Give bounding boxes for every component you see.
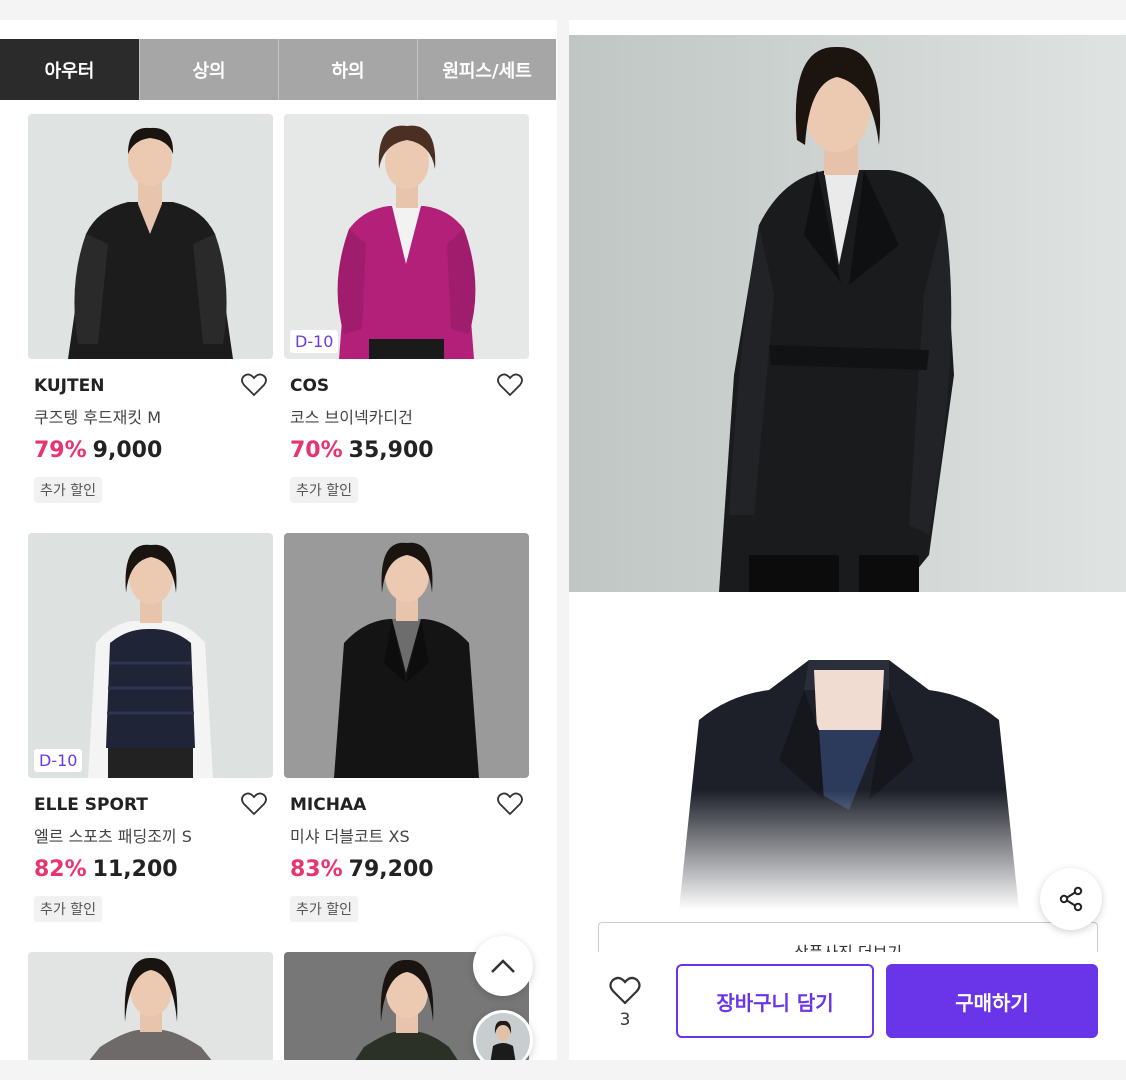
chevron-up-icon	[491, 959, 515, 973]
share-button[interactable]	[1040, 868, 1102, 930]
product-name: 쿠즈텡 후드재킷 M	[34, 408, 162, 427]
extra-discount-tag: 추가 할인	[290, 896, 358, 922]
product-main-image[interactable]	[569, 35, 1126, 592]
product-name: 엘르 스포츠 패딩조끼 S	[34, 827, 192, 846]
price-row: 82% 11,200	[34, 857, 178, 882]
product-brand: COS	[290, 376, 330, 396]
purchase-bar: 3 장바구니 담기 구매하기	[569, 952, 1126, 1060]
heart-icon[interactable]	[241, 373, 267, 397]
product-image[interactable]: D-10	[284, 114, 529, 359]
price: 79,200	[348, 857, 434, 882]
heart-icon[interactable]	[609, 976, 641, 1006]
discount-rate: 79%	[34, 438, 87, 463]
product-image[interactable]	[284, 533, 529, 778]
share-icon	[1059, 886, 1083, 912]
product-list-panel: 아우터 상의 하의 원피스/세트 KUJTEN 쿠즈텡 후드재킷 M 79% 9,…	[0, 20, 557, 1060]
deadline-badge: D-10	[34, 749, 83, 772]
product-brand: KUJTEN	[34, 376, 105, 396]
tab-dress-set[interactable]: 원피스/세트	[417, 39, 556, 100]
like-count: 3	[619, 1010, 631, 1030]
product-card[interactable]: D-10 ELLE SPORT 엘르 스포츠 패딩조끼 S 82% 11,200 …	[28, 533, 273, 933]
price: 11,200	[92, 857, 178, 882]
tab-bottoms[interactable]: 하의	[278, 39, 417, 100]
discount-rate: 70%	[290, 438, 343, 463]
discount-rate: 83%	[290, 857, 343, 882]
heart-icon[interactable]	[497, 792, 523, 816]
product-card[interactable]	[28, 952, 273, 1060]
product-card[interactable]: KUJTEN 쿠즈텡 후드재킷 M 79% 9,000 추가 할인	[28, 114, 273, 514]
product-name: 코스 브이넥카디건	[290, 408, 413, 427]
heart-icon[interactable]	[241, 792, 267, 816]
discount-rate: 82%	[34, 857, 87, 882]
scroll-top-button[interactable]	[473, 936, 533, 996]
price-row: 83% 79,200	[290, 857, 434, 882]
tab-outer[interactable]: 아우터	[0, 39, 139, 100]
category-tabs: 아우터 상의 하의 원피스/세트	[0, 39, 557, 100]
product-name: 미샤 더블코트 XS	[290, 827, 410, 846]
price: 9,000	[92, 438, 163, 463]
deadline-badge: D-10	[290, 330, 339, 353]
price-row: 79% 9,000	[34, 438, 162, 463]
product-image[interactable]	[28, 952, 273, 1060]
product-brand: ELLE SPORT	[34, 795, 148, 815]
extra-discount-tag: 추가 할인	[290, 477, 358, 503]
product-card[interactable]: D-10 COS 코스 브이넥카디건 70% 35,900 추가 할인	[284, 114, 529, 514]
add-to-cart-button[interactable]: 장바구니 담기	[676, 964, 874, 1038]
product-card[interactable]: MICHAA 미샤 더블코트 XS 83% 79,200 추가 할인	[284, 533, 529, 933]
product-detail-panel: 상품사진 더보기 3 장바구니 담기 구매하기	[569, 20, 1126, 1060]
price: 35,900	[348, 438, 434, 463]
product-brand: MICHAA	[290, 795, 367, 815]
product-image[interactable]: D-10	[28, 533, 273, 778]
price-row: 70% 35,900	[290, 438, 434, 463]
tab-tops[interactable]: 상의	[139, 39, 278, 100]
product-detail-image[interactable]	[569, 610, 1126, 910]
product-image[interactable]	[28, 114, 273, 359]
buy-now-button[interactable]: 구매하기	[886, 964, 1098, 1038]
extra-discount-tag: 추가 할인	[34, 896, 102, 922]
heart-icon[interactable]	[497, 373, 523, 397]
extra-discount-tag: 추가 할인	[34, 477, 102, 503]
